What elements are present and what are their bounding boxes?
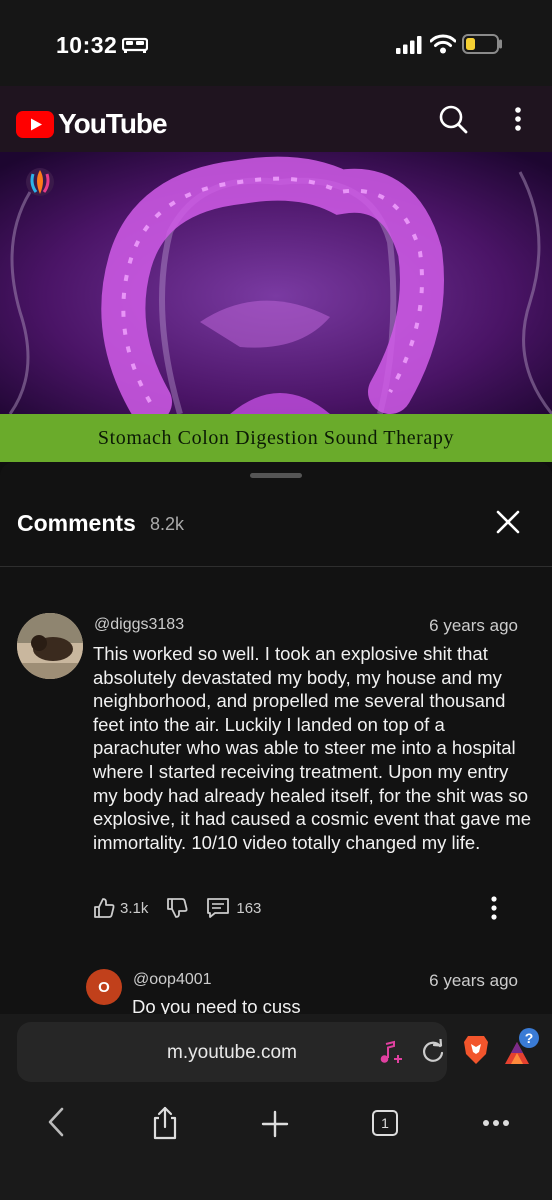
reload-icon[interactable] — [420, 1039, 446, 1065]
tab-count: 1 — [381, 1115, 389, 1131]
reply-author[interactable]: @oop4001 — [133, 971, 212, 989]
comment-more-icon[interactable] — [484, 894, 504, 922]
browser-toolbar: m.youtube.com ? 1 — [0, 1014, 552, 1200]
brave-shield-icon[interactable] — [462, 1034, 490, 1066]
youtube-header: YouTube — [0, 86, 552, 152]
replies-button[interactable]: 163 — [206, 897, 261, 919]
youtube-logo[interactable]: YouTube — [16, 108, 168, 140]
youtube-wordmark: YouTube — [58, 108, 168, 139]
avatar[interactable] — [17, 613, 83, 679]
thumbs-up-icon — [94, 898, 115, 918]
channel-logo — [26, 168, 54, 196]
cellular-signal-icon — [396, 36, 422, 54]
address-bar[interactable]: m.youtube.com — [17, 1022, 447, 1082]
comments-panel: Comments 8.2k @diggs3183 6 years ago Thi… — [0, 462, 552, 1014]
comment-text: This worked so well. I took an explosive… — [93, 643, 532, 853]
share-icon[interactable] — [151, 1106, 179, 1140]
notification-badge: ? — [519, 1028, 539, 1048]
tabs-button[interactable]: 1 — [372, 1110, 398, 1136]
status-bar: 10:32 — [0, 0, 552, 86]
like-count: 3.1k — [120, 899, 149, 917]
comment-actions: 3.1k 163 — [93, 894, 261, 922]
music-note-icon[interactable] — [377, 1040, 403, 1066]
reply-avatar[interactable]: O — [86, 969, 122, 1005]
comment-timestamp: 6 years ago — [429, 616, 518, 635]
comment-bubble-icon — [207, 898, 230, 918]
video-player[interactable] — [0, 152, 552, 414]
reply-count: 163 — [236, 899, 262, 917]
status-time: 10:32 — [56, 32, 118, 58]
back-icon[interactable] — [44, 1106, 68, 1138]
comment-author[interactable]: @diggs3183 — [94, 616, 184, 634]
header-divider — [0, 566, 552, 567]
sleep-mode-icon — [122, 37, 148, 53]
reply-timestamp: 6 years ago — [429, 971, 518, 990]
thumbs-down-icon — [167, 898, 188, 918]
youtube-play-icon — [16, 110, 54, 138]
battery-icon — [462, 34, 502, 54]
new-tab-icon[interactable] — [261, 1110, 289, 1138]
drag-handle[interactable] — [250, 473, 302, 478]
dislike-button[interactable] — [166, 897, 188, 919]
video-banner-text: Stomach Colon Digestion Sound Therapy — [97, 426, 455, 449]
like-button[interactable]: 3.1k — [93, 897, 148, 919]
avatar-image — [17, 613, 83, 679]
reply-text: Do you need to cuss — [132, 996, 301, 1014]
comments-count: 8.2k — [150, 514, 185, 534]
menu-icon[interactable] — [482, 1118, 510, 1128]
wifi-icon — [430, 34, 456, 54]
video-thumbnail-image — [0, 152, 552, 414]
video-title-banner: Stomach Colon Digestion Sound Therapy — [0, 414, 552, 462]
more-options-icon[interactable] — [508, 106, 528, 132]
close-icon[interactable] — [494, 508, 522, 536]
search-icon[interactable] — [438, 104, 468, 134]
rewards-button[interactable]: ? — [503, 1028, 543, 1068]
comments-title: Comments — [17, 510, 136, 536]
